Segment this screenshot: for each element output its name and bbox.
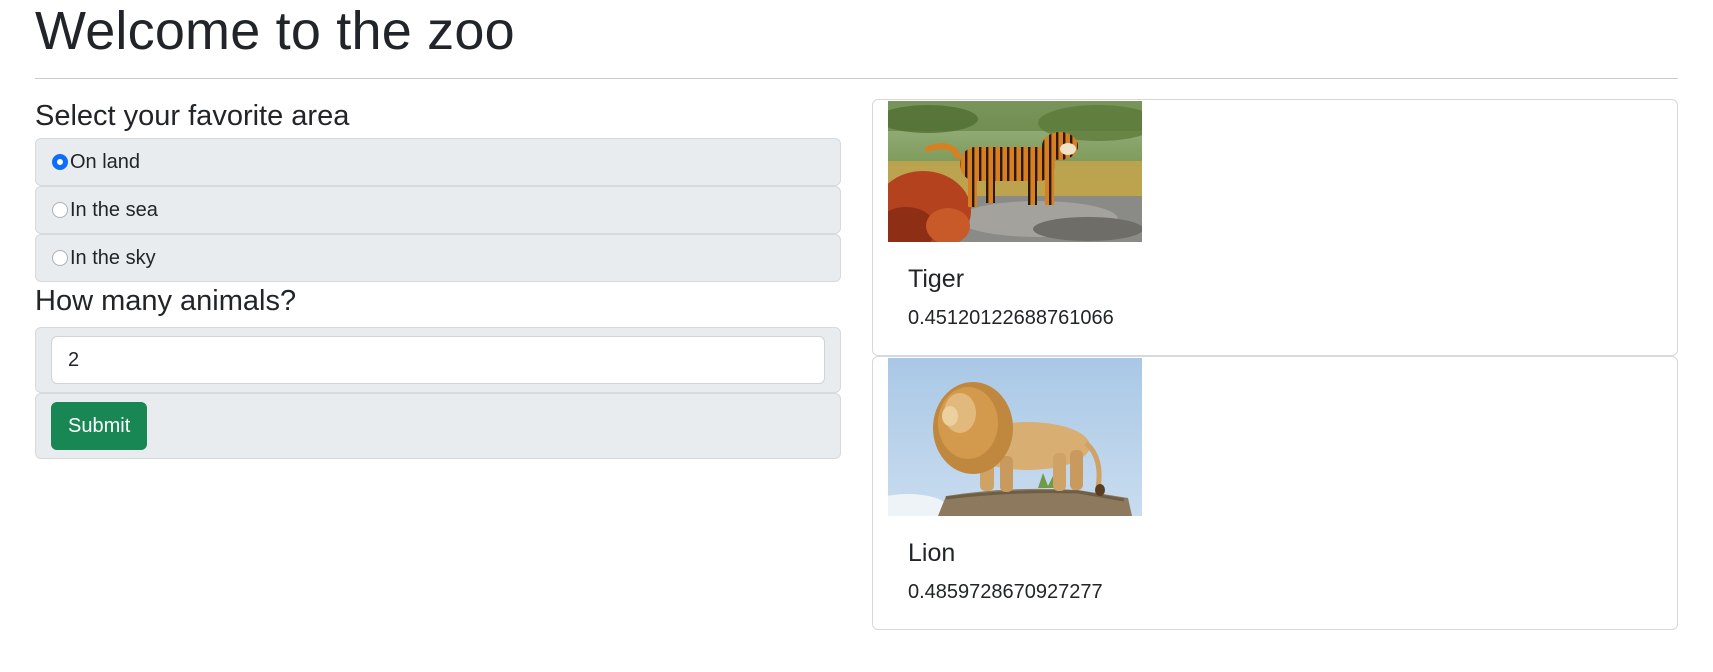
animal-name: Tiger (908, 265, 965, 293)
area-option-label: In the sea (70, 198, 158, 221)
area-option-label: In the sky (70, 246, 156, 269)
lion-photo (888, 358, 1142, 516)
preferences-form: Select your favorite area On land In the… (35, 99, 841, 630)
animal-value: 0.4859728670927277 (908, 581, 1103, 603)
submit-group: Submit (35, 393, 841, 459)
animal-cards: Tiger 0.45120122688761066 Lion 0.4859728… (872, 99, 1678, 630)
area-option-sky[interactable]: In the sky (35, 234, 841, 282)
submit-button[interactable]: Submit (51, 402, 148, 450)
count-field-group (35, 327, 841, 393)
animal-card-lion: Lion 0.4859728670927277 (872, 356, 1678, 630)
content-row: Select your favorite area On land In the… (35, 99, 1678, 630)
page: Welcome to the zoo Select your favorite … (35, 0, 1678, 630)
area-option-land[interactable]: On land (35, 138, 841, 186)
radio-in-the-sea[interactable] (52, 202, 68, 218)
radio-in-the-sky[interactable] (52, 250, 68, 266)
animal-value: 0.45120122688761066 (908, 307, 1114, 329)
animal-name: Lion (908, 539, 956, 567)
animal-count-input[interactable] (51, 336, 825, 384)
animal-card-tiger: Tiger 0.45120122688761066 (872, 99, 1678, 356)
count-heading: How many animals? (35, 285, 297, 317)
tiger-photo (888, 101, 1142, 242)
page-title: Welcome to the zoo (35, 1, 515, 61)
area-option-sea[interactable]: In the sea (35, 186, 841, 234)
area-option-label: On land (70, 150, 141, 173)
radio-on-land[interactable] (52, 154, 68, 170)
title-divider (35, 78, 1678, 79)
area-heading: Select your favorite area (35, 100, 350, 132)
